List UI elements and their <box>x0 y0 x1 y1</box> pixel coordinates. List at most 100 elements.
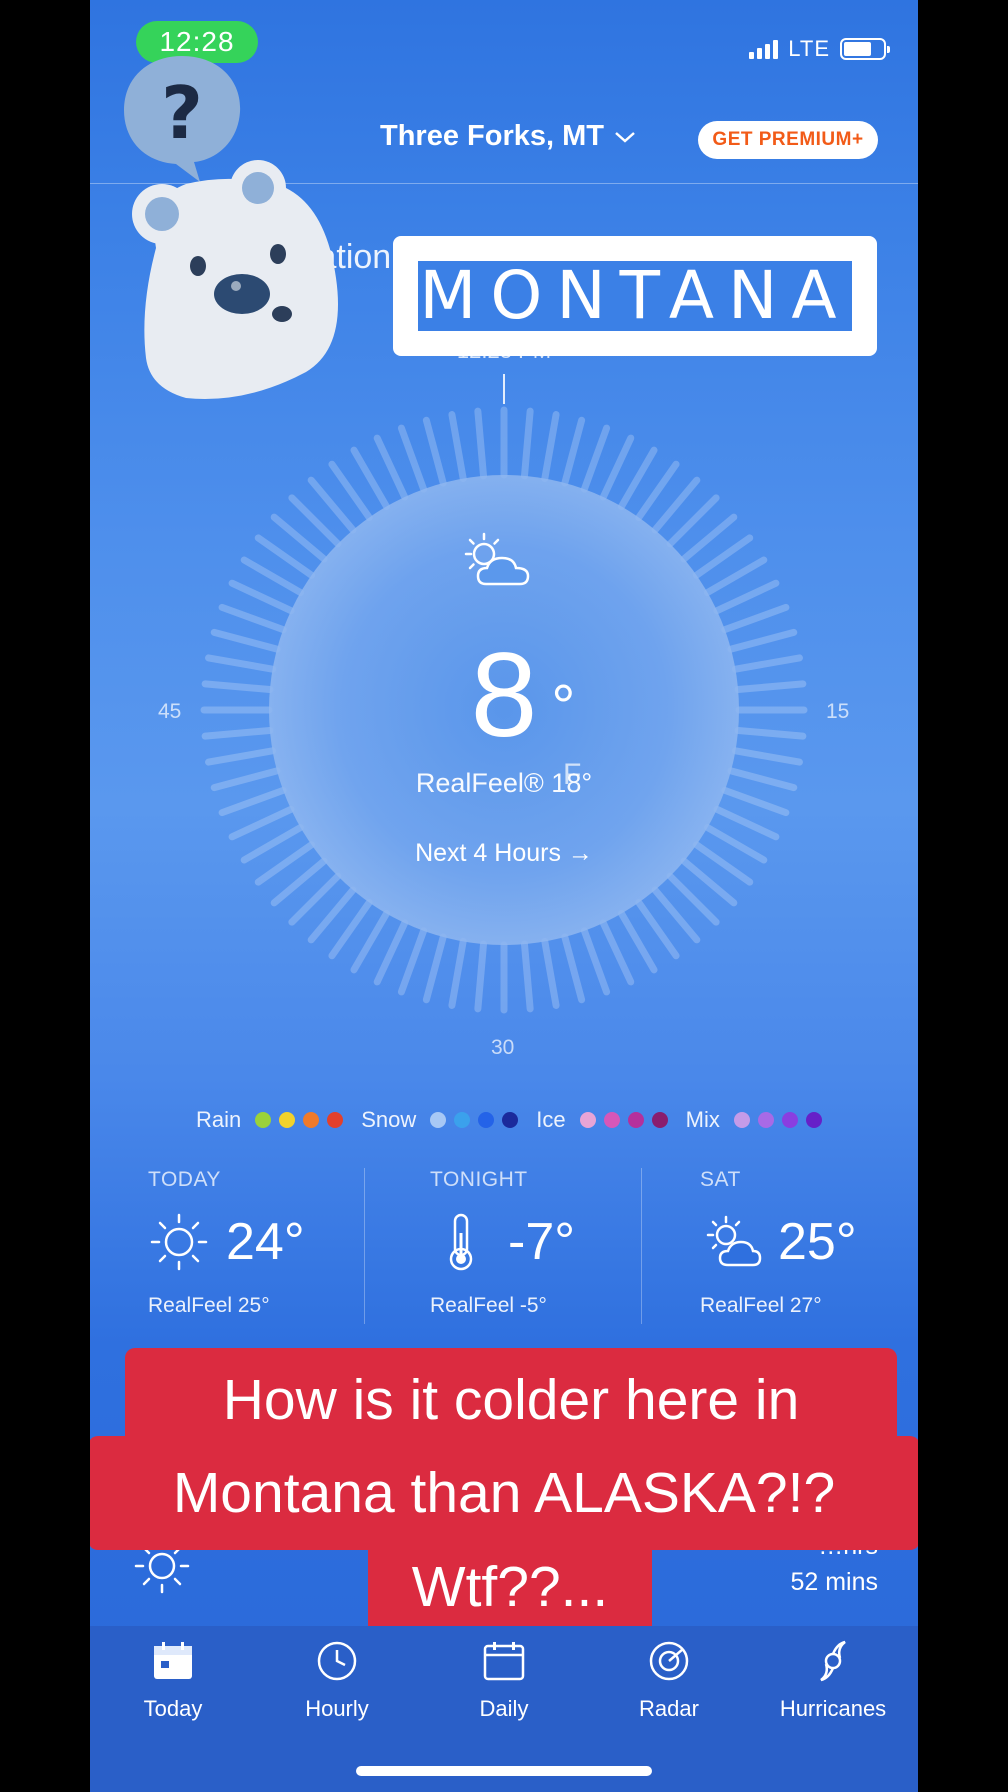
legend-color-dot <box>627 1112 644 1128</box>
sun-icon <box>150 1213 208 1271</box>
dial-tick <box>397 424 428 493</box>
legend-label: Rain <box>196 1107 242 1132</box>
montana-sticker-text: MONTANA <box>415 258 855 334</box>
forecast-strip: TODAY 24° RealFeel 25° TONIGHT -7° RealF… <box>90 1168 918 1328</box>
home-indicator[interactable] <box>356 1766 652 1776</box>
dial-label-30: 30 <box>491 1036 515 1059</box>
tab-hurricanes[interactable]: Hurricanes <box>758 1640 908 1722</box>
legend-color-dot <box>255 1112 272 1128</box>
weather-app-screen: 12:28 LTE Three Forks, MT GET PREMIUM+ …… <box>90 0 918 1792</box>
legend-color-dot <box>733 1112 750 1128</box>
forecast-card-tonight[interactable]: TONIGHT -7° RealFeel -5° <box>430 1168 680 1328</box>
legend-color-dot <box>454 1112 471 1128</box>
forecast-card-today[interactable]: TODAY 24° RealFeel 25° <box>148 1168 398 1328</box>
dial-tick <box>422 933 447 1004</box>
legend-snow: Snow <box>361 1107 519 1133</box>
thermometer-icon <box>449 1213 473 1271</box>
dial-tick <box>520 940 534 1013</box>
legend-color-dot <box>502 1112 519 1128</box>
dial-tick <box>373 434 409 501</box>
legend-color-dot <box>430 1112 447 1128</box>
battery-icon <box>840 38 890 60</box>
tab-radar[interactable]: Radar <box>594 1640 744 1722</box>
dial-tick <box>561 416 586 487</box>
dial-label-15: 15 <box>826 700 850 723</box>
dial-tick <box>448 937 467 1009</box>
legend-color-dot <box>757 1112 774 1128</box>
legend-label: Snow <box>361 1107 417 1132</box>
hurricane-icon <box>820 1640 846 1682</box>
legend-color-dot <box>579 1112 596 1128</box>
dial-tick <box>373 919 409 986</box>
location-name: Three Forks, MT <box>380 120 604 152</box>
caption-line-1: How is it colder here in <box>125 1348 897 1448</box>
tab-label: Daily <box>479 1696 529 1721</box>
legend-color-dot <box>603 1112 620 1128</box>
legend-color-dot <box>303 1112 320 1128</box>
tab-today[interactable]: Today <box>98 1640 248 1722</box>
dial-tick <box>520 407 534 480</box>
location-selector[interactable]: Three Forks, MT <box>380 120 636 153</box>
forecast-label: SAT <box>700 1168 741 1191</box>
network-label: LTE <box>788 36 830 61</box>
dial-tick <box>422 416 447 487</box>
legend-color-dot <box>327 1112 344 1128</box>
dial-tick <box>397 927 428 996</box>
legend-label: Ice <box>536 1107 566 1132</box>
caption-line-3: Wtf??... <box>368 1544 652 1636</box>
partly-sunny-icon <box>706 1215 762 1267</box>
tab-label: Today <box>143 1696 203 1721</box>
dial-tick <box>474 407 488 480</box>
dial-tick <box>580 927 611 996</box>
dial-tick <box>448 411 467 483</box>
temperature-unit: F <box>563 758 582 791</box>
current-temperature: 8 ° F <box>471 630 582 791</box>
dial-tick <box>561 933 586 1004</box>
polar-bear-icon <box>132 160 338 399</box>
forecast-realfeel: RealFeel 25° <box>148 1294 270 1317</box>
legend-color-dot <box>781 1112 798 1128</box>
legend-mix: Mix <box>686 1107 822 1133</box>
tab-label: Hourly <box>305 1696 369 1721</box>
chevron-down-icon <box>615 131 635 143</box>
tab-label: Hurricanes <box>779 1696 887 1721</box>
calendar-today-icon <box>154 1642 192 1679</box>
forecast-temp: -7° <box>508 1213 576 1271</box>
current-conditions[interactable]: 8 ° F RealFeel® 18° Next 4 Hours → <box>254 520 754 868</box>
forecast-temp: 25° <box>778 1213 857 1271</box>
next-4-hours-link[interactable]: Next 4 Hours → <box>254 839 754 868</box>
clock-icon <box>317 1641 357 1681</box>
legend-color-dot <box>478 1112 495 1128</box>
radar-icon <box>649 1641 689 1681</box>
caption-line-2: Montana than ALASKA?!? <box>90 1436 918 1550</box>
tab-hourly[interactable]: Hourly <box>262 1640 412 1722</box>
daylight-minutes: 52 mins <box>790 1568 878 1596</box>
legend-color-dot <box>805 1112 822 1128</box>
forecast-temp: 24° <box>226 1213 305 1271</box>
tab-label: Radar <box>639 1696 699 1721</box>
legend-color-dot <box>651 1112 668 1128</box>
dial-tick <box>599 434 635 501</box>
dial-tick <box>474 940 488 1013</box>
dial-label-45: 45 <box>158 700 182 723</box>
partly-sunny-icon <box>464 532 530 586</box>
tab-daily[interactable]: Daily <box>429 1640 579 1722</box>
get-premium-button[interactable]: GET PREMIUM+ <box>698 121 878 159</box>
forecast-label: TONIGHT <box>430 1168 528 1191</box>
forecast-realfeel: RealFeel 27° <box>700 1294 822 1317</box>
forecast-label: TODAY <box>148 1168 221 1191</box>
dial-tick <box>541 411 560 483</box>
current-realfeel: RealFeel® 18° <box>415 768 593 798</box>
legend-ice: Ice <box>536 1107 668 1133</box>
legend-color-dot <box>279 1112 296 1128</box>
dial-tick <box>580 424 611 493</box>
status-icons: LTE <box>749 36 890 62</box>
montana-sticker: MONTANA <box>393 236 877 356</box>
forecast-card-sat[interactable]: SAT 25° RealFeel 27° <box>700 1168 918 1328</box>
forecast-realfeel: RealFeel -5° <box>430 1294 547 1317</box>
legend-label: Mix <box>685 1107 720 1132</box>
signal-icon <box>749 39 779 59</box>
calendar-icon <box>483 1642 525 1681</box>
legend-rain: Rain <box>196 1107 344 1133</box>
dial-tick <box>599 919 635 986</box>
